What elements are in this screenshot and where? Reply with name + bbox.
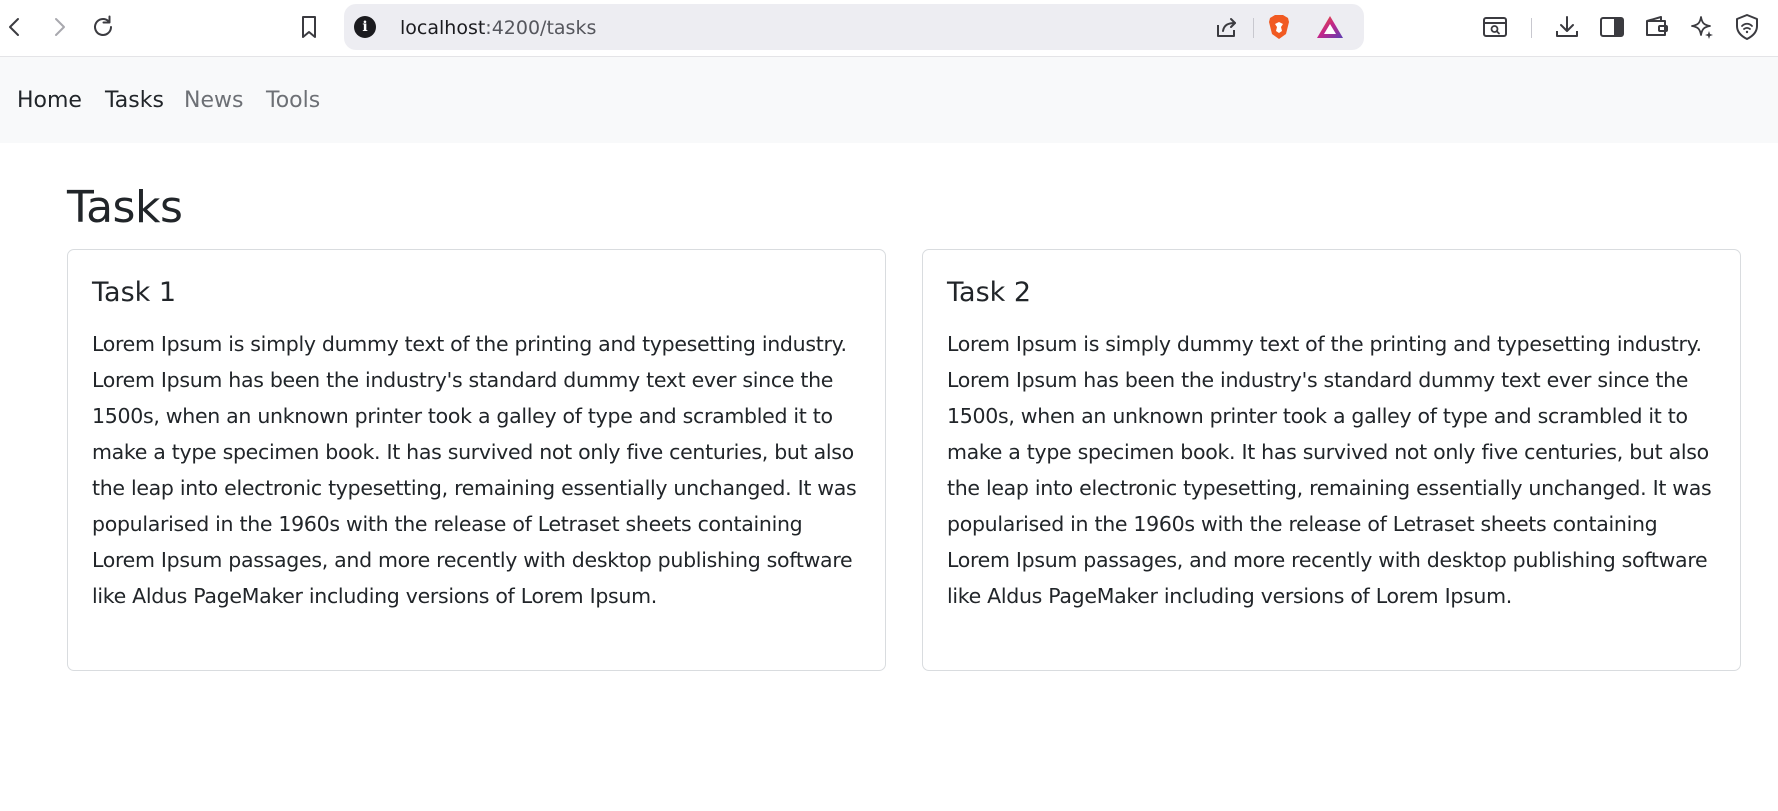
task-card: Task 1 Lorem Ipsum is simply dummy text …: [67, 249, 886, 671]
toolbar-separator: [1531, 18, 1532, 38]
nav-link-home[interactable]: Home: [17, 88, 82, 114]
wallet-icon[interactable]: [1640, 10, 1674, 44]
vpn-icon[interactable]: [1730, 10, 1764, 44]
brave-rewards-icon[interactable]: [1313, 10, 1347, 44]
card-title: Task 1: [92, 277, 177, 308]
page-title: Tasks: [67, 182, 183, 233]
card-text: Lorem Ipsum is simply dummy text of the …: [92, 332, 857, 608]
share-icon[interactable]: [1210, 10, 1244, 44]
toolbar-separator: [1253, 18, 1254, 38]
sidebar-icon[interactable]: [1595, 10, 1629, 44]
brave-shields-icon[interactable]: [1262, 10, 1296, 44]
app-navbar: Home Tasks News Tools: [0, 57, 1778, 143]
card-title: Task 2: [947, 277, 1032, 308]
nav-link-tasks[interactable]: Tasks: [105, 88, 164, 114]
downloads-icon[interactable]: [1550, 10, 1584, 44]
back-icon[interactable]: [0, 10, 32, 44]
tab-search-icon[interactable]: [1478, 10, 1512, 44]
task-card: Task 2 Lorem Ipsum is simply dummy text …: [922, 249, 1741, 671]
nav-link-tools[interactable]: Tools: [266, 88, 320, 114]
nav-link-news[interactable]: News: [184, 88, 243, 114]
url-text[interactable]: localhost:4200/tasks: [400, 17, 596, 39]
card-text: Lorem Ipsum is simply dummy text of the …: [947, 332, 1712, 608]
forward-icon[interactable]: [42, 10, 76, 44]
reload-icon[interactable]: [86, 10, 120, 44]
address-bar[interactable]: i localhost:4200/tasks: [344, 4, 1364, 50]
site-info-icon[interactable]: i: [354, 16, 376, 38]
leo-ai-icon[interactable]: [1685, 10, 1719, 44]
bookmark-icon[interactable]: [292, 10, 326, 44]
browser-toolbar: i localhost:4200/tasks: [0, 0, 1778, 57]
